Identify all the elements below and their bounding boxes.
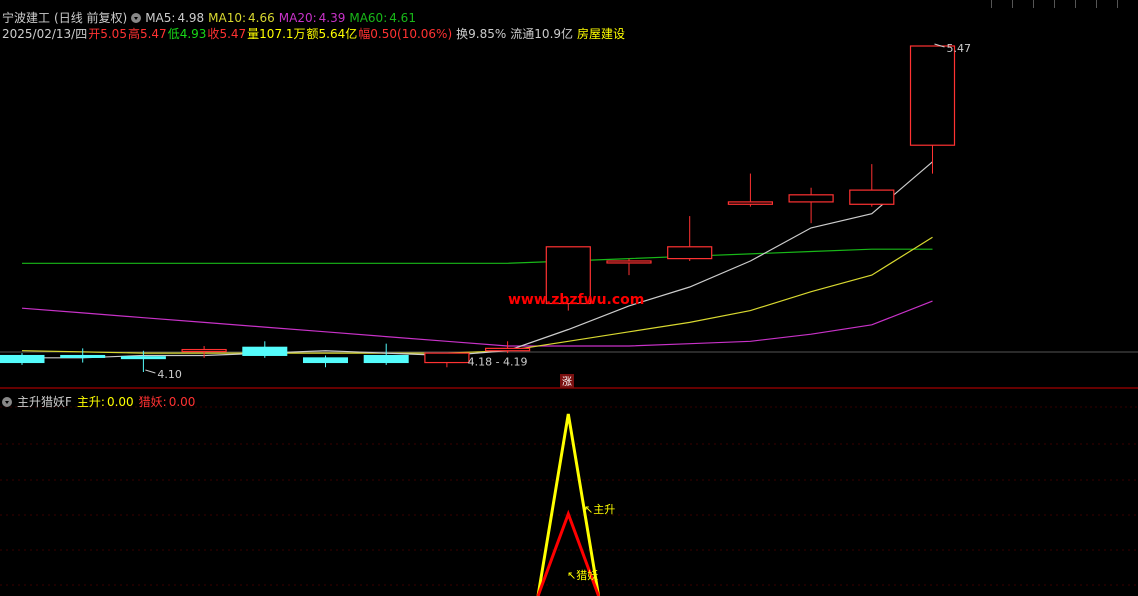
annotation-arrow — [145, 369, 156, 374]
ma20-value: 4.39 — [318, 10, 346, 25]
candle-body — [849, 189, 895, 205]
indicator-dropdown-icon[interactable] — [2, 396, 12, 407]
ma5-label: MA5: — [145, 10, 176, 25]
limit-up-badge-text: 涨 — [562, 376, 572, 388]
candle-body — [242, 346, 288, 356]
quote-row: 2025/02/13/四 开 5.05 高 5.47 低 4.93 收 5.47… — [2, 25, 629, 42]
candle-body — [0, 354, 45, 364]
ly-tag: ↖猎妖 — [567, 568, 598, 582]
ma60-value: 4.61 — [389, 10, 416, 25]
ma20-label: MA20: — [278, 10, 317, 25]
change-value: 0.50(10.06%) — [370, 26, 453, 41]
price-annotation: 4.10 — [157, 368, 182, 381]
candle-up — [788, 187, 834, 224]
ma60-label: MA60: — [349, 10, 388, 25]
ly-label: 猎妖: — [138, 395, 167, 409]
candle-body — [424, 352, 470, 364]
stock-name[interactable]: 宁波建工 — [2, 9, 50, 26]
candle-up — [909, 45, 956, 174]
ma60-line — [22, 248, 933, 264]
candle-up — [727, 173, 774, 207]
watermark-text: www.zbzfwu.com — [508, 292, 644, 308]
candle-body — [363, 354, 409, 364]
candle-body — [667, 246, 713, 260]
candle-up — [424, 352, 470, 368]
candle-up — [849, 164, 895, 207]
turnover-label: 换 — [456, 27, 469, 41]
amount-label: 额 — [306, 27, 319, 41]
candle-body — [909, 45, 956, 146]
ma5-value: 4.98 — [177, 10, 205, 25]
candle-down — [303, 355, 348, 368]
ly-line — [536, 509, 601, 596]
price-annotation: 4.18 - 4.19 — [468, 355, 528, 368]
candle-body — [727, 201, 774, 205]
chart-mode[interactable]: (日线 前复权) — [54, 9, 127, 26]
candle-down — [242, 341, 288, 358]
candle-body — [303, 357, 348, 364]
candle-down — [60, 348, 106, 363]
candle-down — [0, 353, 45, 365]
zs-tag: ↖主升 — [584, 503, 615, 516]
amount-value: 5.64亿 — [318, 27, 358, 41]
candle-body — [485, 347, 531, 352]
turnover-value: 9.85% — [468, 26, 507, 41]
candle-body — [788, 194, 834, 203]
indicator-name[interactable]: 主升猎妖F — [17, 393, 72, 410]
ma5-line — [22, 161, 933, 359]
change-label: 幅 — [358, 27, 371, 41]
candle-body — [120, 356, 166, 360]
candle-body — [181, 348, 227, 353]
ma10-value: 4.66 — [248, 10, 275, 25]
ly-value: 0.00 — [168, 394, 196, 409]
float-value: 10.9亿 — [534, 27, 574, 41]
quote-date: 2025/02/13/四 — [2, 27, 88, 41]
indicator-header: 主升猎妖F 主升: 0.00 猎妖: 0.00 — [2, 393, 200, 410]
close-value: 5.47 — [219, 26, 247, 41]
high-value: 5.47 — [139, 26, 167, 41]
price-annotation: 5.47 — [947, 42, 972, 55]
low-label: 低 — [167, 27, 180, 41]
candle-up — [667, 216, 713, 261]
chart-canvas: 4.10 4.18 - 4.19 5.47 www.zbzfwu.com 涨 ↖主升 ↖猎… — [0, 42, 1138, 596]
high-label: 高 — [127, 27, 140, 41]
candle-up — [606, 258, 652, 276]
float-label: 流通 — [510, 27, 535, 41]
dropdown-circle-icon[interactable] — [131, 12, 142, 23]
low-value: 4.93 — [179, 26, 207, 41]
candle-body — [60, 354, 106, 358]
vol-value: 107.1万 — [259, 27, 306, 41]
ma20-line — [21, 300, 933, 347]
ma10-label: MA10: — [208, 10, 247, 25]
close-label: 收 — [207, 27, 220, 41]
stock-header: 宁波建工 (日线 前复权) MA5: 4.98 MA10: 4.66 MA20:… — [2, 9, 420, 26]
open-label: 开 — [88, 27, 101, 41]
sector-label[interactable]: 房屋建设 — [577, 25, 625, 42]
zs-value: 0.00 — [106, 394, 134, 409]
candle-up — [485, 341, 531, 354]
zs-label: 主升: — [76, 395, 105, 409]
vol-label: 量 — [247, 27, 260, 41]
open-value: 5.05 — [100, 26, 127, 41]
candle-body — [606, 260, 652, 264]
